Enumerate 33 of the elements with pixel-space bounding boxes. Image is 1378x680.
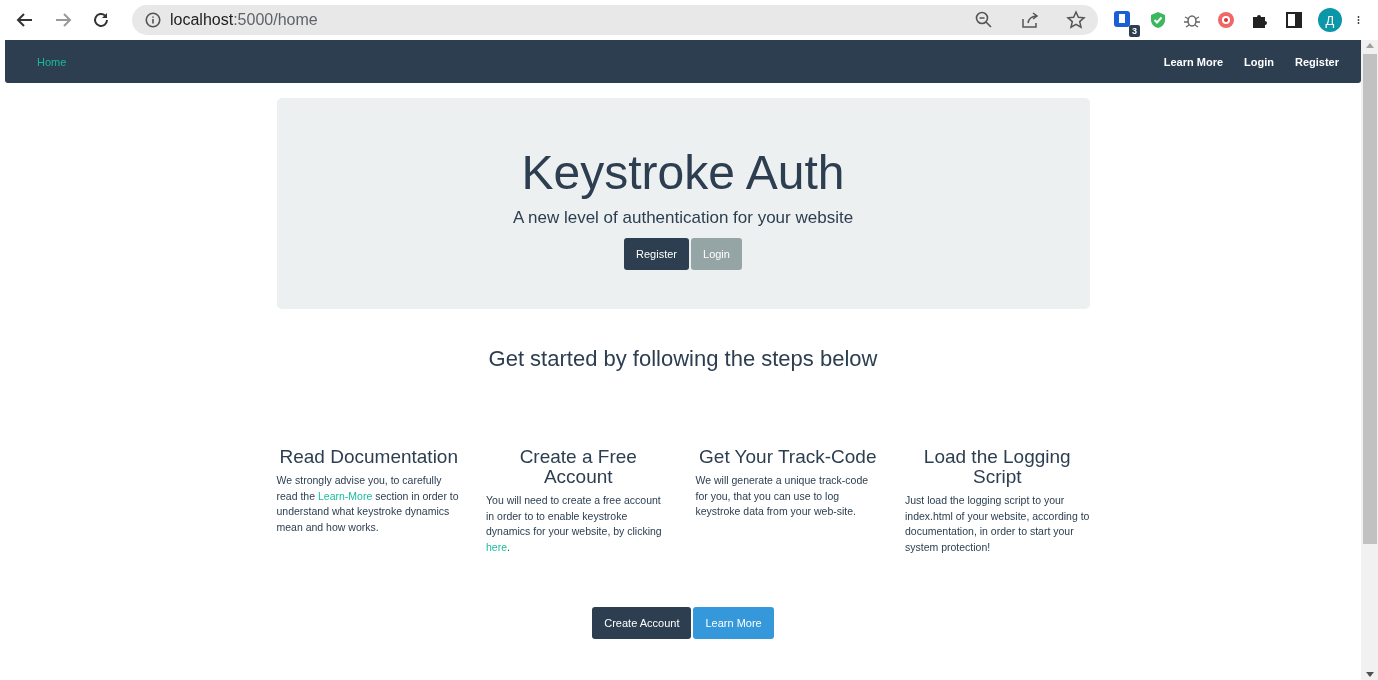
record-icon[interactable]: [1216, 10, 1236, 30]
reload-icon[interactable]: [91, 10, 111, 30]
scrollbar[interactable]: [1361, 40, 1378, 680]
extension-badge: 3: [1129, 25, 1140, 37]
step-description: Just load the logging script to your index.html of your website, according to documentation, in order to start your system protection!: [905, 493, 1090, 555]
profile-avatar[interactable]: Д: [1318, 8, 1342, 32]
action-button[interactable]: Create Account: [592, 607, 692, 639]
step-title: Get Your Track-Code: [698, 447, 878, 467]
url-host: localhost: [170, 11, 234, 28]
zoom-out-icon[interactable]: [974, 10, 994, 30]
step-title: Create a Free Account: [518, 447, 638, 487]
extension-icon[interactable]: [1112, 9, 1132, 29]
step-description: We will generate a unique track-code for you, that you can use to log keystroke data from your web-site.: [695, 473, 870, 519]
home-link[interactable]: Home: [37, 55, 67, 68]
star-icon[interactable]: [1066, 10, 1086, 30]
address-bar[interactable]: localhost:5000/home: [132, 5, 1098, 35]
shield-icon[interactable]: [1148, 10, 1168, 30]
info-icon[interactable]: [144, 11, 162, 29]
share-icon[interactable]: [1020, 10, 1040, 30]
hero-subtitle: A new level of authentication for your website: [512, 208, 854, 228]
scrollbar-thumb[interactable]: [1362, 54, 1377, 544]
hero-button[interactable]: Register: [624, 238, 689, 270]
nav-link[interactable]: Learn More: [1163, 55, 1224, 68]
nav-link[interactable]: Register: [1294, 55, 1339, 68]
step-description: You will need to create a free account in order to to enable keystroke dynamics for your website, by clicking here.: [486, 493, 663, 555]
hero-title: Keystroke Auth: [521, 145, 845, 201]
steps-heading: Get started by following the steps below: [487, 346, 879, 372]
step-title: Read Documentation: [278, 447, 459, 467]
url-path: :5000/home: [233, 11, 318, 28]
nav-link[interactable]: Login: [1244, 55, 1274, 68]
step-title: Load the Logging Script: [922, 447, 1072, 487]
step-description: We strongly advise you, to carefully read the Learn-More section in order to understand what keystroke dynamics mean and how works.: [276, 473, 460, 535]
side-panel-icon[interactable]: [1284, 10, 1304, 30]
